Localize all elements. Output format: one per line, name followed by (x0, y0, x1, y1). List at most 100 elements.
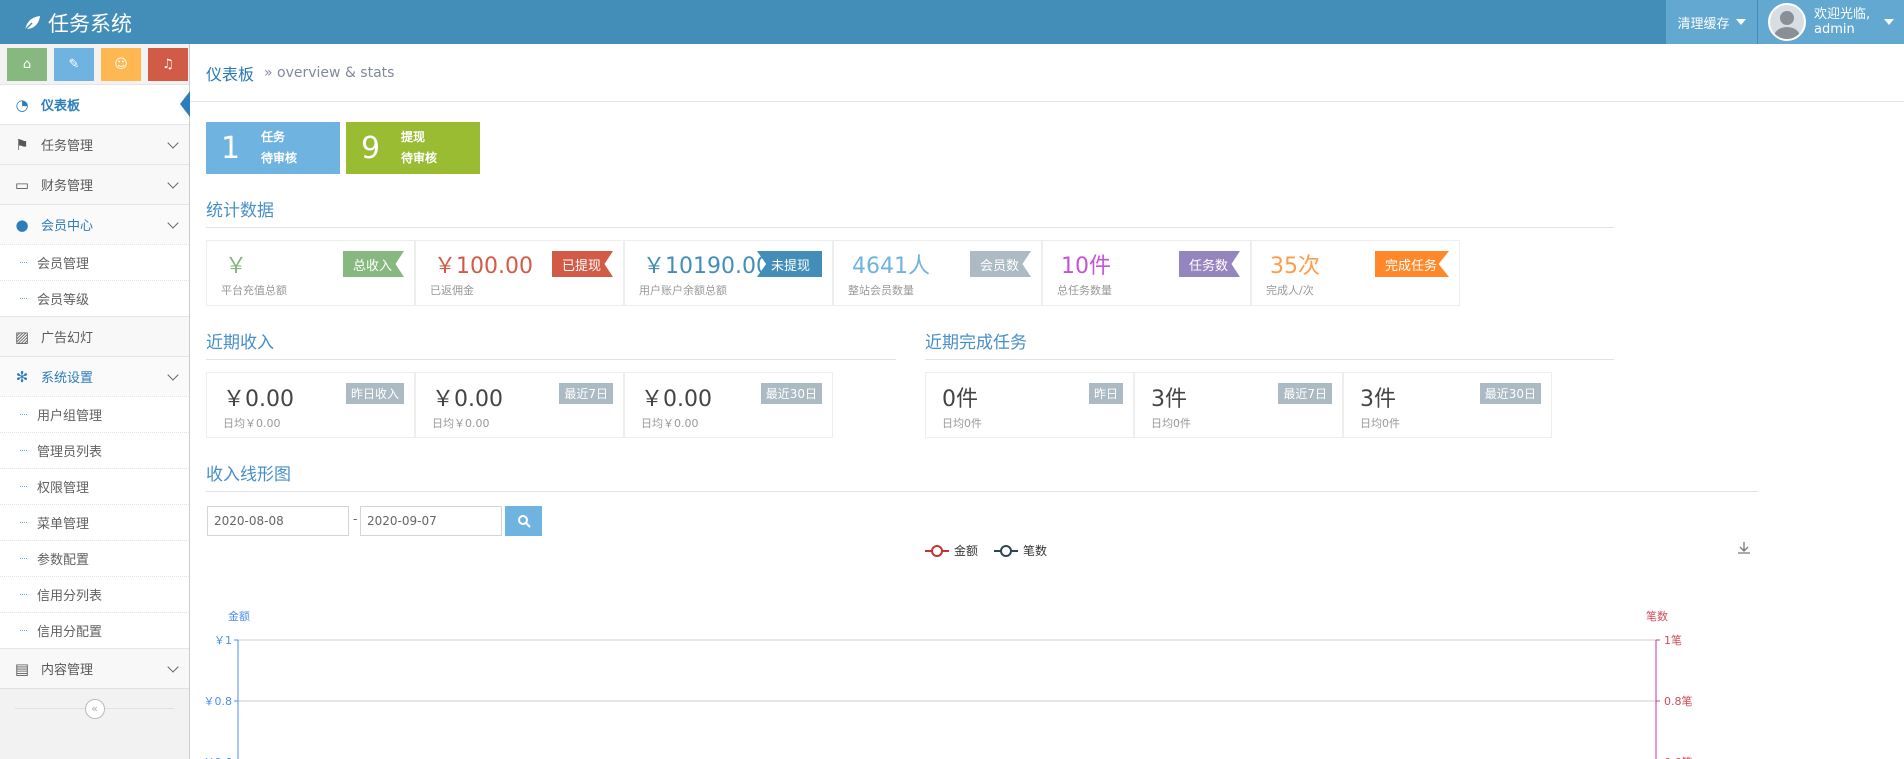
sidebar-subitem-credit-list[interactable]: 信用分列表 (0, 576, 189, 612)
task-value: 0件 (942, 387, 978, 412)
user-menu[interactable]: 欢迎光临, admin (1758, 0, 1904, 44)
sidebar-subitem-label: 会员等级 (37, 293, 90, 308)
income-badge: 最近30日 (760, 383, 822, 404)
stat-card-completed: 35次 完成人/次 完成任务 (1251, 240, 1460, 306)
shortcut-home-button[interactable]: ⌂ (7, 48, 47, 81)
sidebar-item-members[interactable]: ● 会员中心 (0, 204, 189, 244)
sidebar-item-label: 系统设置 (41, 371, 94, 386)
sidebar-shortcuts: ⌂ ✎ ☺ ♫ (0, 44, 189, 84)
stat-desc: 整站会员数量 (848, 284, 914, 297)
avatar (1768, 3, 1806, 41)
task-value: 3件 (1360, 387, 1396, 412)
task-card-yesterday: 0件 日均0件 昨日 (925, 372, 1134, 438)
sidebar-item-label: 广告幻灯 (41, 331, 94, 346)
picture-icon: ▨ (14, 327, 30, 346)
task-badge: 最近30日 (1479, 383, 1541, 404)
flag-icon: ⚑ (15, 135, 29, 154)
income-value: ￥0.00 (641, 387, 712, 412)
stat-desc: 平台充值总额 (221, 284, 287, 297)
page-subtitle: » overview & stats (264, 64, 395, 81)
sidebar-subitem-label: 用户组管理 (37, 409, 103, 424)
income-card-yesterday: ￥0.00 日均￥0.00 昨日收入 (206, 372, 415, 438)
stat-badge: 会员数 (969, 251, 1031, 277)
sidebar-item-label: 内容管理 (41, 663, 94, 678)
app-title: 任务系统 (48, 12, 132, 36)
sidebar-item-ads[interactable]: ▨ 广告幻灯 (0, 316, 189, 356)
sidebar-item-dashboard[interactable]: ◔ 仪表板 (0, 84, 190, 124)
sidebar-item-finance[interactable]: ▭ 财务管理 (0, 164, 189, 204)
top-navbar: 任务系统 清理缓存 欢迎光临, admin (0, 0, 1904, 44)
end-date-input[interactable]: 2020-09-07 (360, 506, 502, 536)
sidebar-subitem-label: 参数配置 (37, 553, 90, 568)
sidebar-subitem-usergroups[interactable]: 用户组管理 (0, 396, 189, 432)
task-desc: 日均0件 (942, 417, 982, 430)
pending-tasks-box[interactable]: 1 任务 待审核 (206, 122, 340, 174)
stat-badge: 已提现 (551, 251, 613, 277)
tasks-section-title: 近期完成任务 (925, 328, 1614, 360)
shortcut-users-button[interactable]: ☺ (101, 48, 141, 81)
start-date-input[interactable]: 2020-08-08 (207, 506, 349, 536)
sidebar-subitem-permissions[interactable]: 权限管理 (0, 468, 189, 504)
shortcut-notify-button[interactable]: ♫ (148, 48, 188, 81)
income-section-title: 近期收入 (206, 328, 896, 360)
sidebar-subitem-member-manage[interactable]: 会员管理 (0, 244, 189, 280)
task-badge: 昨日 (1088, 383, 1123, 404)
chevron-down-icon (167, 177, 179, 189)
shortcut-edit-button[interactable]: ✎ (54, 48, 94, 81)
income-desc: 日均￥0.00 (432, 417, 490, 430)
y-left-tick-label: ￥0.8 (204, 695, 233, 708)
task-badge: 最近7日 (1278, 383, 1332, 404)
stat-desc: 总任务数量 (1057, 284, 1112, 297)
income-desc: 日均￥0.00 (641, 417, 699, 430)
caret-down-icon (1884, 19, 1895, 25)
sidebar-subitem-menus[interactable]: 菜单管理 (0, 504, 189, 540)
pending-withdraw-box[interactable]: 9 提现 待审核 (346, 122, 480, 174)
sidebar-item-content[interactable]: ▤ 内容管理 (0, 648, 189, 688)
page-title[interactable]: 仪表板 (206, 61, 254, 85)
infobox-sublabel: 待审核 (401, 151, 438, 165)
search-icon (517, 515, 531, 528)
income-value: ￥0.00 (223, 387, 294, 412)
sidebar-item-settings[interactable]: ✻ 系统设置 (0, 356, 189, 396)
stat-value: ￥100.00 (434, 254, 533, 279)
home-icon: ⌂ (22, 57, 32, 72)
stat-badge: 未提现 (756, 251, 822, 277)
search-button[interactable] (505, 506, 542, 536)
clear-cache-button[interactable]: 清理缓存 (1666, 0, 1757, 44)
sidebar-item-tasks[interactable]: ⚑ 任务管理 (0, 124, 189, 164)
task-desc: 日均0件 (1151, 417, 1191, 430)
stat-value: ￥ (225, 254, 248, 279)
income-badge: 昨日收入 (345, 383, 404, 404)
sidebar-subitem-credit-config[interactable]: 信用分配置 (0, 612, 189, 648)
stat-value: 10件 (1061, 254, 1111, 279)
welcome-text: 欢迎光临, (1814, 7, 1871, 22)
chart-section-title: 收入线形图 (206, 460, 1758, 492)
task-value: 3件 (1151, 387, 1187, 412)
sidebar-subitem-member-level[interactable]: 会员等级 (0, 280, 189, 316)
date-separator: - (353, 512, 358, 526)
user-icon: ● (15, 215, 29, 234)
main-content: 仪表板 » overview & stats 1 任务 待审核 9 提现 待审核 统… (190, 44, 1904, 759)
stat-card-members: 4641人 整站会员数量 会员数 (833, 240, 1042, 306)
active-indicator (180, 91, 190, 117)
sidebar: ⌂ ✎ ☺ ♫ ◔ 仪表板 ⚑ 任务管理 ▭ 财务管理 ● 会员中心 会员管理 … (0, 44, 190, 759)
sidebar-item-label: 会员中心 (41, 219, 94, 234)
sidebar-subitem-label: 信用分列表 (37, 589, 103, 604)
leaf-icon (23, 16, 40, 32)
infobox-number: 9 (361, 130, 381, 166)
sidebar-subitem-label: 信用分配置 (37, 625, 103, 640)
sidebar-subitem-params[interactable]: 参数配置 (0, 540, 189, 576)
book-icon: ▤ (14, 659, 30, 678)
stat-card-total-income: ￥ 平台充值总额 总收入 (206, 240, 415, 306)
stat-value: ￥10190.00 (643, 254, 770, 279)
breadcrumb: 仪表板 » overview & stats (190, 44, 1904, 102)
sidebar-subitem-label: 会员管理 (37, 257, 90, 272)
y-left-tick-label: ￥1 (214, 634, 232, 647)
brand[interactable]: 任务系统 (22, 8, 132, 38)
sidebar-subitem-label: 菜单管理 (37, 517, 90, 532)
double-chevron-left-icon[interactable]: « (84, 698, 105, 719)
bell-icon: ♫ (162, 57, 174, 72)
sidebar-subitem-admins[interactable]: 管理员列表 (0, 432, 189, 468)
task-desc: 日均0件 (1360, 417, 1400, 430)
stat-badge: 总收入 (342, 251, 404, 277)
